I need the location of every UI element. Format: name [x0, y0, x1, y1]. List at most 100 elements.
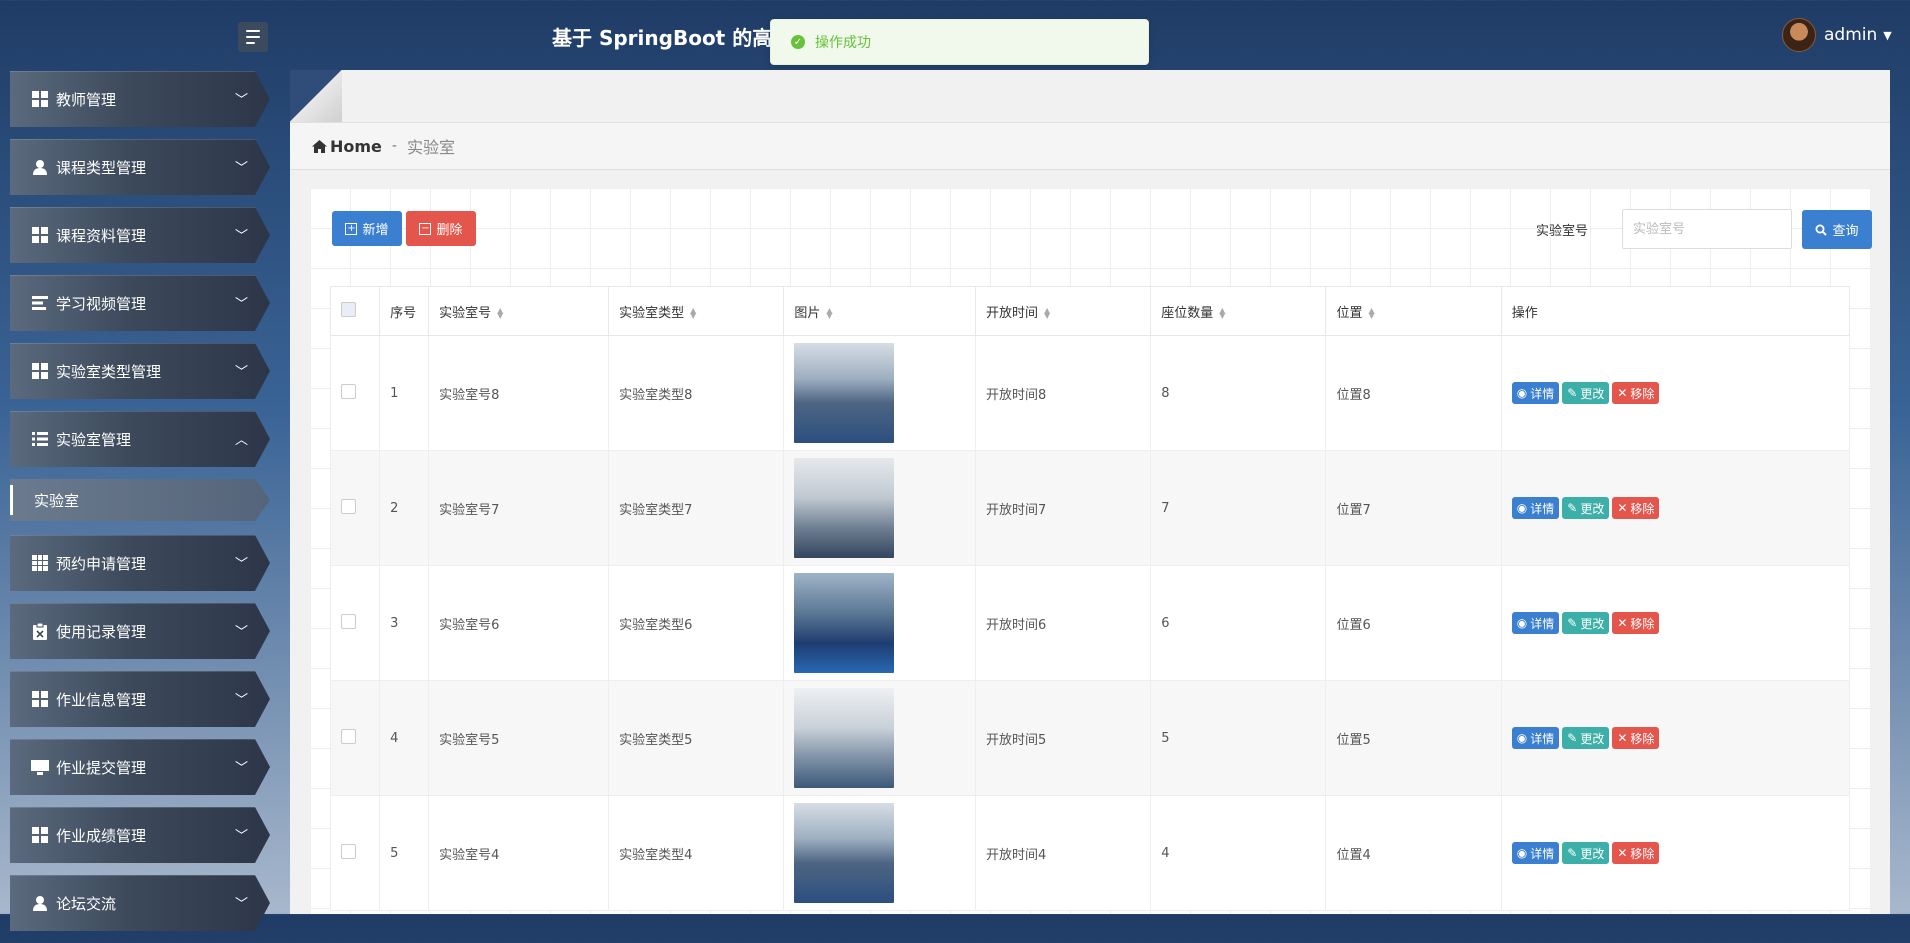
lab-photo[interactable]: [794, 458, 895, 558]
detail-button-label: 详情: [1530, 616, 1555, 631]
close-icon: ✕: [1617, 846, 1628, 860]
grid9-icon: [30, 553, 50, 573]
row-select-cell: [329, 450, 381, 566]
edit-button[interactable]: ✎ 更改: [1562, 382, 1610, 404]
delete-button[interactable]: − 删除: [406, 211, 476, 246]
menu-toggle-button[interactable]: [238, 22, 268, 52]
eye-icon: ◉: [1516, 846, 1528, 860]
cell-seats: 5: [1150, 680, 1327, 796]
grid-icon: [30, 825, 50, 845]
column-header-label: 图片: [794, 305, 821, 321]
sidebar-subitem-lab[interactable]: 实验室: [10, 479, 270, 521]
column-header-lab-no[interactable]: 实验室号 ▲ ▼: [428, 286, 610, 336]
remove-button[interactable]: ✕ 移除: [1612, 497, 1660, 519]
cell-actions: ◉ 详情 ✎ 更改 ✕ 移除: [1500, 680, 1851, 796]
cell-location: 位置6: [1325, 565, 1502, 681]
sidebar-item-usage-record[interactable]: 使用记录管理 ﹀: [10, 603, 270, 659]
row-actions: ◉ 详情 ✎ 更改 ✕ 移除: [1511, 842, 1848, 864]
row-checkbox[interactable]: [341, 728, 356, 744]
column-header-seats[interactable]: 座位数量 ▲ ▼: [1150, 286, 1327, 336]
cell-lab-no: 实验室号5: [428, 680, 610, 796]
sidebar-item-homework-submit[interactable]: 作业提交管理 ﹀: [10, 739, 270, 795]
table-row: 5 实验室号4 实验室类型4 开放时间4 4 位置4 ◉ 详情 ✎ 更改 ✕ 移除: [329, 795, 1851, 911]
column-header-lab-type[interactable]: 实验室类型 ▲ ▼: [608, 286, 785, 336]
edit-button[interactable]: ✎ 更改: [1562, 612, 1610, 634]
row-checkbox[interactable]: [341, 613, 356, 629]
edit-button[interactable]: ✎ 更改: [1562, 727, 1610, 749]
sort-icon: ▲ ▼: [1219, 306, 1226, 320]
cell-image: [783, 680, 976, 796]
column-header-label: 开放时间: [985, 305, 1038, 321]
sidebar-subitem-label: 实验室: [34, 491, 80, 510]
edit-button-label: 更改: [1580, 386, 1605, 401]
sidebar-item-homework-info[interactable]: 作业信息管理 ﹀: [10, 671, 270, 727]
remove-button-label: 移除: [1630, 386, 1655, 401]
cell-lab-type: 实验室类型8: [608, 335, 785, 451]
query-button-label: 查询: [1832, 224, 1859, 239]
remove-button[interactable]: ✕ 移除: [1612, 727, 1660, 749]
row-checkbox[interactable]: [341, 498, 356, 514]
chevron-up-icon: ︿: [234, 433, 248, 448]
sidebar-item-lab[interactable]: 实验室管理 ︿: [10, 411, 270, 467]
sort-icon: ▲ ▼: [1368, 306, 1375, 320]
eye-icon: ◉: [1516, 731, 1528, 745]
lab-photo[interactable]: [794, 688, 895, 788]
cell-location: 位置8: [1325, 335, 1502, 451]
column-header-open-time[interactable]: 开放时间 ▲ ▼: [974, 286, 1152, 336]
cell-seats: 8: [1150, 335, 1327, 451]
sidebar-item-study-video[interactable]: 学习视频管理 ﹀: [10, 275, 270, 331]
edit-button[interactable]: ✎ 更改: [1562, 842, 1610, 864]
user-menu[interactable]: admin ▼: [1782, 18, 1892, 52]
add-button-label: 新增: [362, 223, 389, 238]
eye-icon: ◉: [1516, 616, 1528, 630]
row-checkbox[interactable]: [341, 843, 356, 859]
row-actions: ◉ 详情 ✎ 更改 ✕ 移除: [1511, 612, 1848, 634]
query-button[interactable]: 查询: [1802, 210, 1872, 249]
remove-button[interactable]: ✕ 移除: [1612, 382, 1660, 404]
remove-button-label: 移除: [1630, 501, 1655, 516]
edit-icon: ✎: [1567, 501, 1578, 515]
sidebar-item-homework-score[interactable]: 作业成绩管理 ﹀: [10, 807, 270, 863]
sidebar-item-course-material[interactable]: 课程资料管理 ﹀: [10, 207, 270, 263]
column-header-location[interactable]: 位置 ▲ ▼: [1325, 286, 1502, 336]
row-actions: ◉ 详情 ✎ 更改 ✕ 移除: [1511, 727, 1848, 749]
sidebar-item-teacher[interactable]: 教师管理 ﹀: [10, 71, 270, 127]
remove-button[interactable]: ✕ 移除: [1612, 612, 1660, 634]
home-icon: [312, 139, 327, 153]
chevron-down-icon: ﹀: [234, 897, 248, 912]
edit-button[interactable]: ✎ 更改: [1562, 497, 1610, 519]
sidebar-item-reservation[interactable]: 预约申请管理 ﹀: [10, 535, 270, 591]
add-button[interactable]: + 新增: [332, 211, 402, 246]
caret-down-icon: ▼: [1883, 28, 1892, 42]
lab-photo[interactable]: [794, 573, 895, 673]
cell-image: [783, 335, 976, 451]
sidebar-item-course-type[interactable]: 课程类型管理 ﹀: [10, 139, 270, 195]
cell-open-time: 开放时间6: [974, 565, 1152, 681]
select-all-checkbox[interactable]: [341, 301, 356, 317]
detail-button[interactable]: ◉ 详情: [1511, 727, 1560, 749]
cell-seats: 4: [1150, 795, 1327, 911]
chevron-down-icon: ﹀: [234, 625, 248, 640]
edit-button-label: 更改: [1580, 731, 1605, 746]
sidebar-item-forum[interactable]: 论坛交流 ﹀: [10, 875, 270, 931]
lab-photo[interactable]: [794, 343, 895, 443]
cell-lab-type: 实验室类型4: [608, 795, 785, 911]
row-select-cell: [329, 795, 381, 911]
detail-button[interactable]: ◉ 详情: [1511, 497, 1560, 519]
detail-button[interactable]: ◉ 详情: [1511, 612, 1560, 634]
detail-button[interactable]: ◉ 详情: [1511, 842, 1560, 864]
search-input[interactable]: [1622, 209, 1792, 249]
sidebar-item-label: 实验室类型管理: [56, 362, 162, 381]
chevron-down-icon: ﹀: [234, 297, 248, 312]
sidebar-item-lab-type[interactable]: 实验室类型管理 ﹀: [10, 343, 270, 399]
remove-button[interactable]: ✕ 移除: [1612, 842, 1660, 864]
table-row: 3 实验室号6 实验室类型6 开放时间6 6 位置6 ◉ 详情 ✎ 更改 ✕ 移除: [329, 565, 1851, 681]
column-header-image[interactable]: 图片 ▲ ▼: [783, 286, 976, 336]
detail-button-label: 详情: [1530, 731, 1555, 746]
cell-open-time: 开放时间4: [974, 795, 1152, 911]
detail-button[interactable]: ◉ 详情: [1511, 382, 1560, 404]
lab-photo[interactable]: [794, 803, 895, 903]
breadcrumb-home[interactable]: Home: [312, 137, 382, 156]
row-checkbox[interactable]: [341, 383, 356, 399]
cell-lab-type: 实验室类型5: [608, 680, 785, 796]
